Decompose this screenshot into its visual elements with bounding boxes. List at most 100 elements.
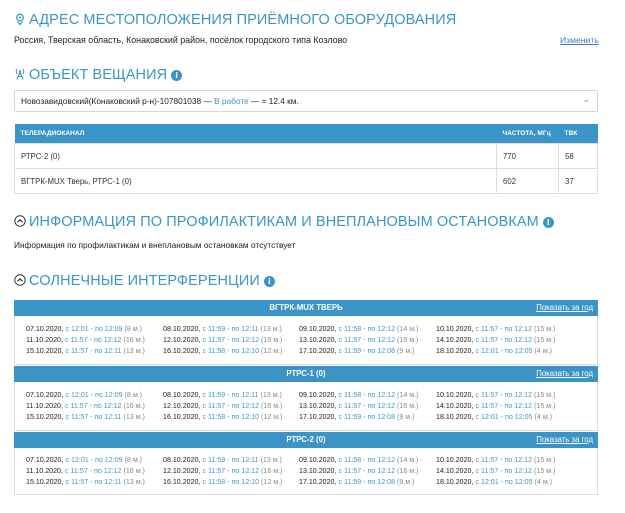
solar-group-header: ВГТРК-MUX ТВЕРЬ Показать за год — [14, 300, 598, 316]
maintenance-title-text: ИНФОРМАЦИЯ ПО ПРОФИЛАКТИКАМ И ВНЕПЛАНОВЫ… — [29, 214, 539, 230]
selected-object-status: В работе — [214, 96, 249, 106]
entry-time: с 11:57 - по 12:12 — [338, 402, 396, 410]
interference-entry: 18.10.2020, с 12:01 - по 12:05 (4 м.) — [436, 478, 552, 486]
entry-duration: (16 м.) — [261, 467, 283, 475]
interference-entry: 16.10.2020, с 11:58 - по 12:10 (12 м.) — [163, 347, 282, 355]
collapse-chevron-icon[interactable] — [14, 215, 26, 227]
entry-date: 16.10.2020, — [163, 347, 201, 355]
location-section-title: АДРЕС МЕСТОПОЛОЖЕНИЯ ПРИЁМНОГО ОБОРУДОВА… — [14, 12, 456, 28]
entry-duration: (12 м.) — [261, 413, 283, 421]
entry-date: 10.10.2020, — [436, 391, 474, 399]
entry-time: с 11:57 - по 12:11 — [65, 347, 122, 355]
channel-cell: РТРС-2 (0) — [14, 143, 497, 169]
entry-date: 08.10.2020, — [163, 391, 201, 399]
entry-duration: (15 м.) — [534, 402, 556, 410]
entry-time: с 11:57 - по 12:12 — [475, 336, 533, 344]
table-row: ВГТРК-MUX Тверь, РТРС-1 (0) 602 37 — [14, 168, 598, 194]
entry-date: 09.10.2020, — [299, 325, 337, 333]
entry-duration: (9 м.) — [397, 478, 415, 486]
interference-entry: 15.10.2020, с 11:57 - по 12:11 (13 м.) — [26, 347, 145, 355]
interference-entry: 10.10.2020, с 11:57 - по 12:12 (15 м.) — [436, 325, 555, 333]
entry-date: 18.10.2020, — [436, 347, 474, 355]
interference-entry: 11.10.2020, с 11:57 - по 12:12 (16 м.) — [26, 336, 145, 344]
entry-duration: (13 м.) — [123, 413, 145, 421]
entry-duration: (15 м.) — [534, 467, 556, 475]
interference-entry: 10.10.2020, с 11:57 - по 12:12 (15 м.) — [436, 456, 555, 464]
interference-entry: 07.10.2020, с 12:01 - по 12:09 (8 м.) — [26, 325, 142, 333]
channels-table-header: ТЕЛЕРАДИОКАНАЛ ЧАСТОТА, МГц ТВК — [14, 124, 598, 144]
entry-time: с 11:58 - по 12:10 — [202, 478, 260, 486]
header-tvk: ТВК — [558, 124, 598, 144]
entry-date: 13.10.2020, — [299, 402, 337, 410]
interference-entry: 07.10.2020, с 12:01 - по 12:09 (8 м.) — [26, 391, 142, 399]
entry-duration: (15 м.) — [534, 456, 556, 464]
change-address-link[interactable]: Изменить — [560, 35, 599, 45]
entry-date: 15.10.2020, — [26, 413, 64, 421]
interference-entry: 11.10.2020, с 11:57 - по 12:12 (16 м.) — [26, 402, 145, 410]
collapse-chevron-icon[interactable] — [14, 274, 26, 286]
entry-duration: (4 м.) — [534, 347, 553, 355]
info-icon[interactable]: i — [171, 70, 183, 81]
entry-time: с 12:01 - по 12:05 — [475, 347, 533, 355]
entry-date: 17.10.2020, — [299, 413, 337, 421]
entry-duration: (16 м.) — [261, 402, 283, 410]
show-year-link[interactable]: Показать за год — [536, 369, 593, 378]
entry-time: с 11:57 - по 12:12 — [202, 402, 260, 410]
entry-time: с 11:58 - по 12:12 — [338, 456, 396, 464]
entry-date: 12.10.2020, — [163, 336, 201, 344]
entry-time: с 12:01 - по 12:09 — [65, 456, 123, 464]
interference-entry: 18.10.2020, с 12:01 - по 12:05 (4 м.) — [436, 413, 552, 421]
entry-time: с 12:01 - по 12:05 — [475, 413, 533, 421]
entry-time: с 11:59 - по 12:08 — [338, 413, 396, 421]
selected-object-name: Новозавидовский(Конаковский р-н)-1078010… — [21, 96, 212, 106]
info-icon[interactable]: i — [263, 276, 275, 287]
entry-time: с 11:58 - по 12:10 — [202, 413, 260, 421]
interference-entry: 13.10.2020, с 11:57 - по 12:12 (16 м.) — [299, 402, 418, 410]
solar-section-title[interactable]: СОЛНЕЧНЫЕ ИНТЕРФЕРЕНЦИИ i — [14, 273, 275, 289]
broadcast-title-text: ОБЪЕКТ ВЕЩАНИЯ — [29, 67, 168, 83]
entry-duration: (4 м.) — [534, 413, 553, 421]
entry-duration: (16 м.) — [123, 336, 145, 344]
broadcast-object-select[interactable]: Новозавидовский(Конаковский р-н)-1078010… — [14, 90, 598, 112]
chevron-down-icon: ⌄ — [582, 94, 590, 104]
entry-date: 08.10.2020, — [163, 456, 201, 464]
entry-duration: (13 м.) — [123, 347, 145, 355]
info-icon[interactable]: i — [542, 217, 554, 228]
interference-entry: 07.10.2020, с 12:01 - по 12:09 (8 м.) — [26, 456, 142, 464]
maintenance-section-title[interactable]: ИНФОРМАЦИЯ ПО ПРОФИЛАКТИКАМ И ВНЕПЛАНОВЫ… — [14, 214, 554, 230]
interference-entry: 17.10.2020, с 11:59 - по 12:08 (9 м.) — [299, 347, 415, 355]
entry-duration: (9 м.) — [397, 413, 415, 421]
show-year-link[interactable]: Показать за год — [536, 303, 593, 312]
entry-duration: (14 м.) — [397, 325, 419, 333]
interference-entry: 15.10.2020, с 11:57 - по 12:11 (13 м.) — [26, 478, 145, 486]
entry-time: с 11:58 - по 12:12 — [338, 325, 396, 333]
interference-entry: 10.10.2020, с 11:57 - по 12:12 (15 м.) — [436, 391, 555, 399]
entry-date: 11.10.2020, — [26, 467, 63, 475]
entry-duration: (16 м.) — [397, 336, 419, 344]
interference-entry: 09.10.2020, с 11:58 - по 12:12 (14 м.) — [299, 391, 418, 399]
address-text: Россия, Тверская область, Конаковский ра… — [14, 35, 348, 45]
header-channel: ТЕЛЕРАДИОКАНАЛ — [14, 124, 497, 144]
entry-duration: (13 м.) — [123, 478, 145, 486]
location-title-text: АДРЕС МЕСТОПОЛОЖЕНИЯ ПРИЁМНОГО ОБОРУДОВА… — [29, 12, 457, 28]
entry-time: с 11:58 - по 12:10 — [202, 347, 260, 355]
entry-date: 18.10.2020, — [436, 413, 474, 421]
entry-date: 11.10.2020, — [26, 402, 63, 410]
entry-date: 13.10.2020, — [299, 336, 337, 344]
entry-time: с 11:59 - по 12:11 — [202, 391, 259, 399]
channels-table: ТЕЛЕРАДИОКАНАЛ ЧАСТОТА, МГц ТВК РТРС-2 (… — [14, 124, 598, 194]
entry-duration: (16 м.) — [397, 402, 419, 410]
entry-duration: (13 м.) — [260, 325, 282, 333]
solar-group-name: РТРС-1 (0) — [286, 369, 326, 378]
table-row: РТРС-2 (0) 770 58 — [14, 143, 598, 169]
entry-time: с 11:59 - по 12:08 — [338, 347, 396, 355]
show-year-link[interactable]: Показать за год — [536, 435, 593, 444]
location-pin-icon — [16, 13, 24, 25]
entry-time: с 11:57 - по 12:12 — [475, 325, 533, 333]
entry-time: с 12:01 - по 12:09 — [65, 391, 123, 399]
tvk-cell: 37 — [558, 168, 598, 194]
frequency-cell: 602 — [496, 168, 559, 194]
interference-entry: 14.10.2020, с 11:57 - по 12:12 (15 м.) — [436, 467, 555, 475]
entry-date: 12.10.2020, — [163, 402, 201, 410]
entry-duration: (13 м.) — [260, 456, 282, 464]
